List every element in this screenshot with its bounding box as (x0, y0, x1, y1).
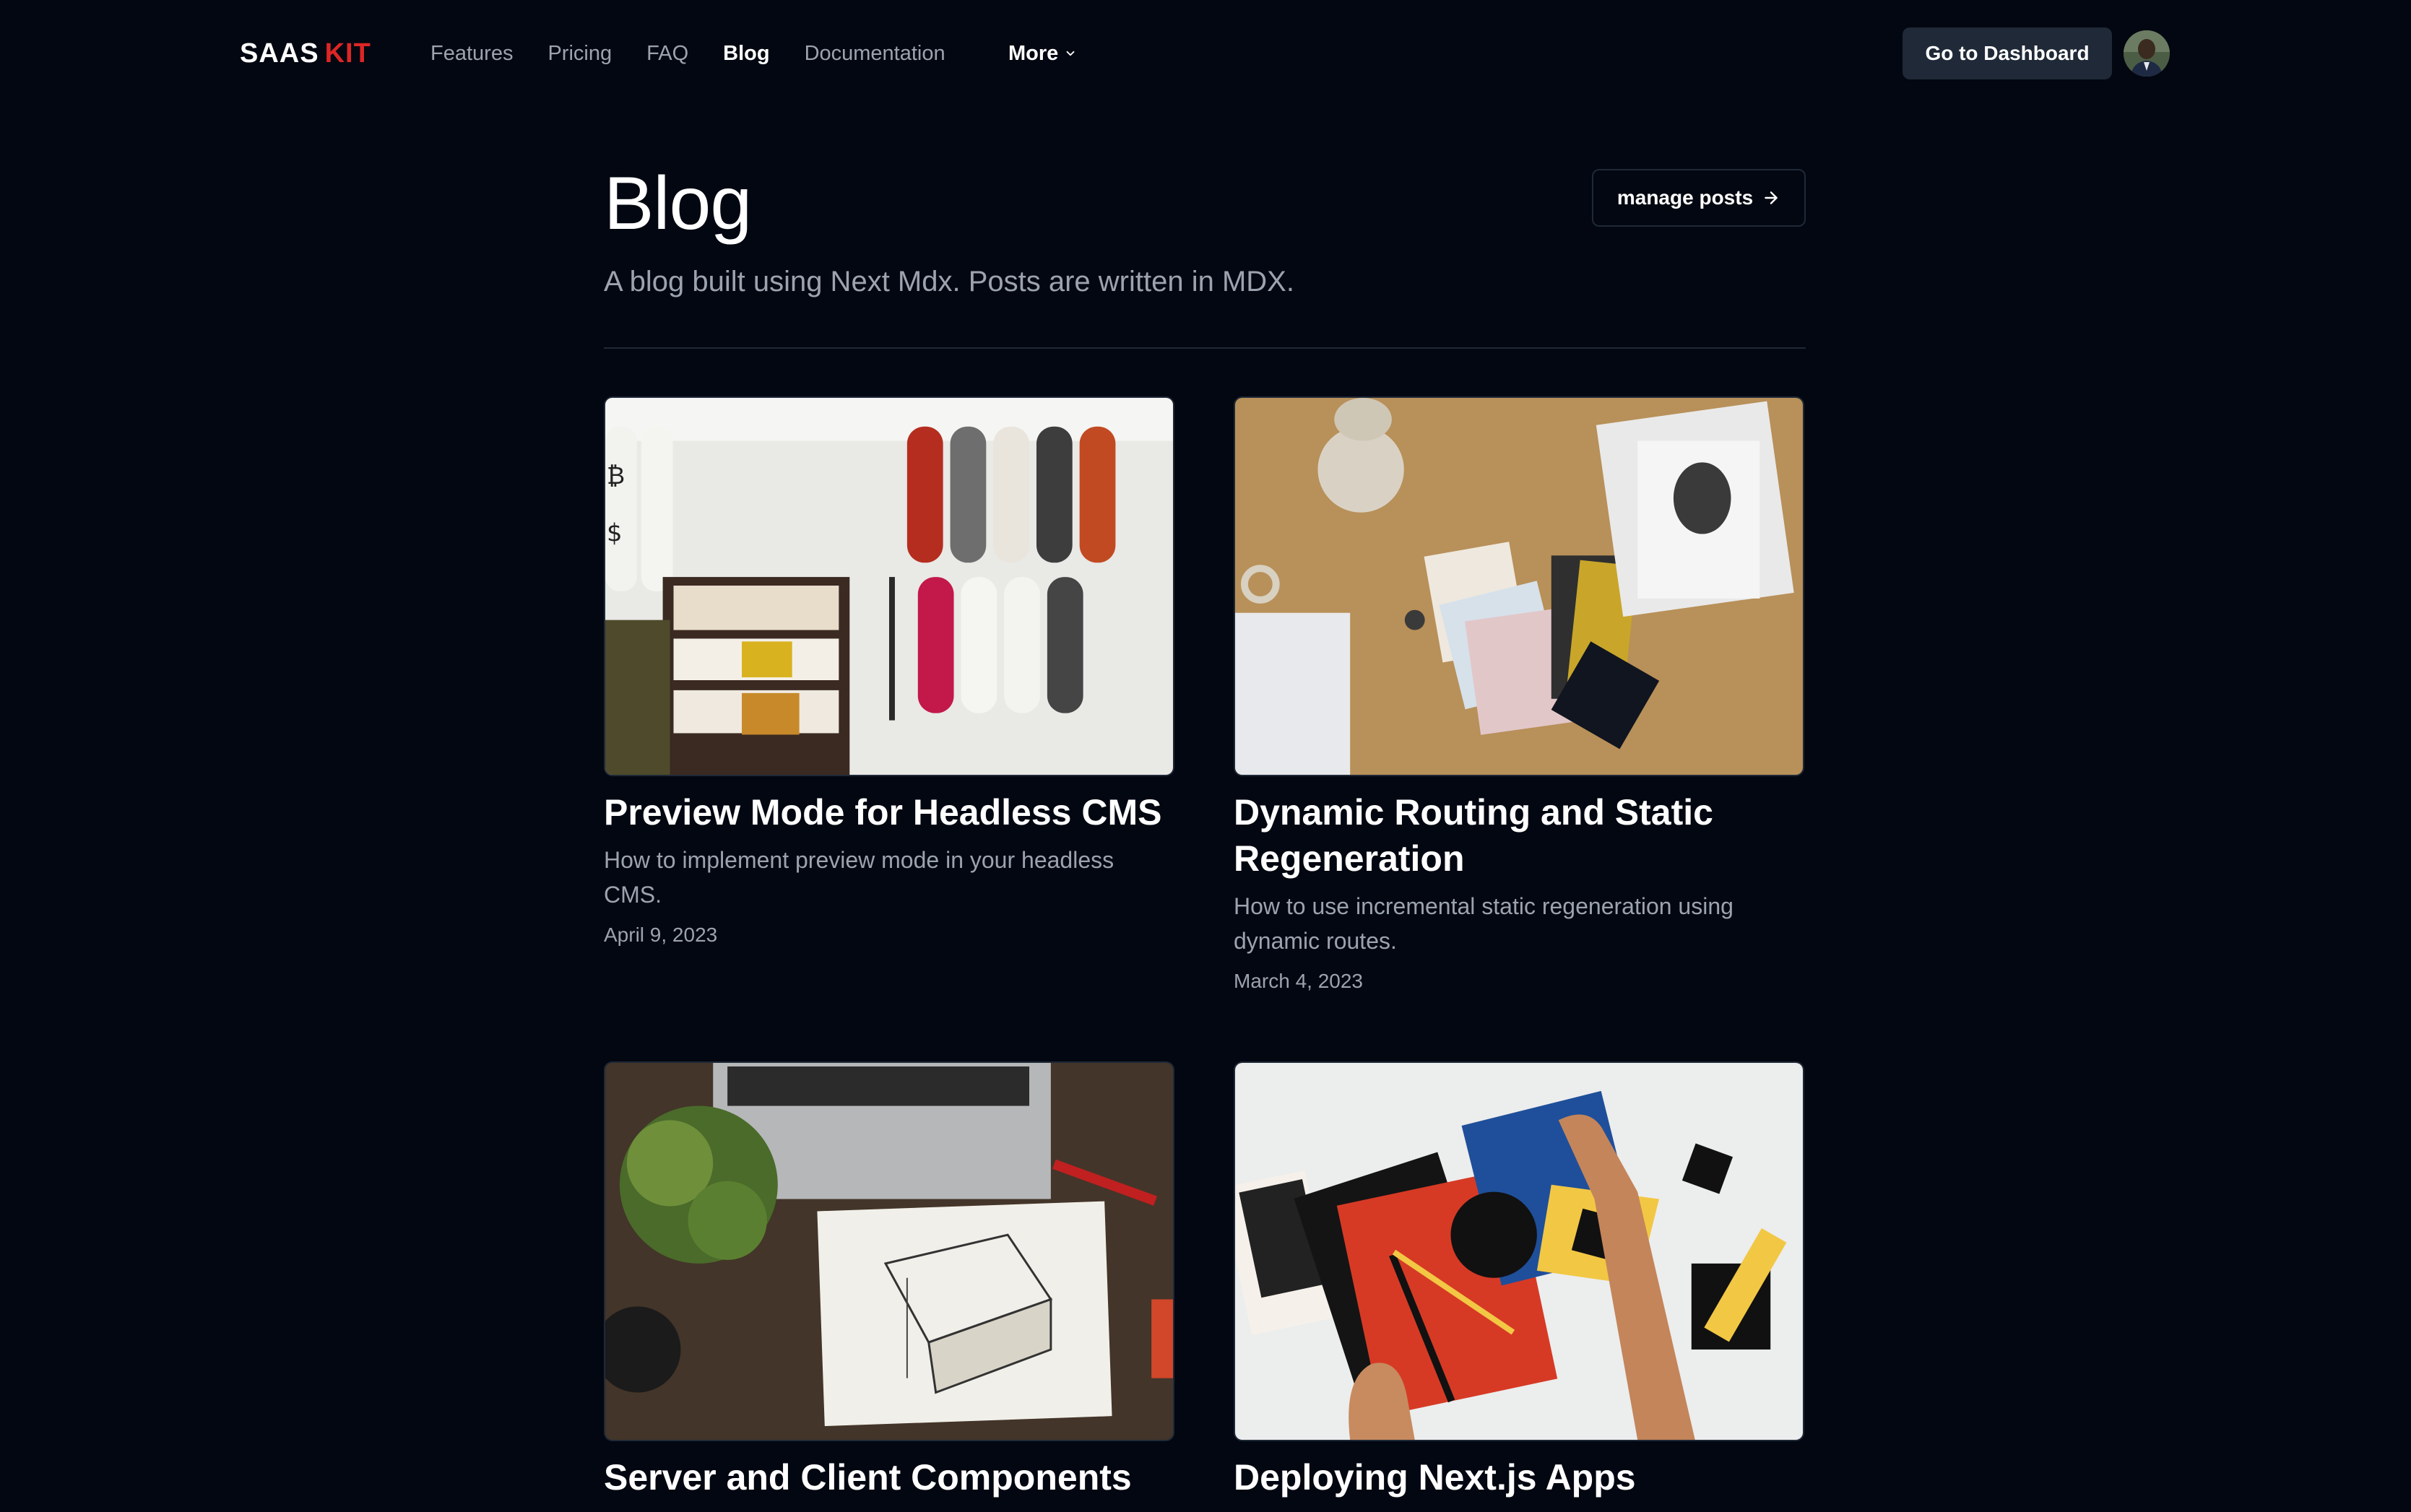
nav-item-features[interactable]: Features (430, 38, 513, 69)
post-image-desk-sketch[interactable] (604, 1061, 1174, 1441)
post-image-geometric-collage[interactable] (1234, 1061, 1804, 1441)
svg-text:₿: ₿ (607, 461, 625, 490)
post-title[interactable]: Deploying Next.js Apps (1234, 1454, 1804, 1500)
chevron-down-icon (1066, 51, 1075, 56)
post-image-skateboards[interactable]: ₿ $ (604, 396, 1174, 776)
post-date: March 4, 2023 (1234, 970, 1363, 992)
post-card[interactable]: Dynamic Routing and Static Regeneration … (1234, 396, 1804, 996)
post-title[interactable]: Server and Client Components (604, 1454, 1174, 1500)
page-title: Blog (604, 162, 752, 246)
nav-more-dropdown[interactable]: More (1008, 38, 1077, 69)
post-date: April 9, 2023 (604, 924, 718, 946)
post-title[interactable]: Preview Mode for Headless CMS (604, 789, 1174, 835)
nav-item-documentation[interactable]: Documentation (805, 38, 945, 69)
manage-posts-button[interactable]: manage posts (1592, 169, 1806, 227)
header-divider (604, 347, 1806, 349)
manage-posts-label: manage posts (1616, 186, 1754, 209)
nav-more-label: More (1008, 42, 1059, 65)
post-title[interactable]: Dynamic Routing and Static Regeneration (1234, 789, 1804, 882)
brand-logo[interactable]: SAAS KIT (240, 36, 371, 71)
post-description: How to implement preview mode in your he… (604, 847, 1114, 908)
svg-text:$: $ (607, 519, 623, 547)
user-avatar[interactable] (2124, 30, 2170, 77)
nav-item-pricing[interactable]: Pricing (547, 38, 612, 69)
post-card[interactable]: Server and Client Components (604, 1061, 1174, 1500)
main-nav: Features Pricing FAQ Blog Documentation (430, 38, 980, 69)
post-card[interactable]: Deploying Next.js Apps (1234, 1061, 1804, 1500)
site-header: SAAS KIT Features Pricing FAQ Blog Docume… (0, 0, 2411, 107)
nav-item-blog[interactable]: Blog (723, 38, 769, 69)
post-card[interactable]: ₿ $ Preview Mode for Headless CMS How to… (604, 396, 1174, 950)
go-to-dashboard-button[interactable]: Go to Dashboard (1903, 27, 2112, 79)
arrow-right-icon (1765, 191, 1778, 204)
nav-item-faq[interactable]: FAQ (646, 38, 688, 69)
post-image-fabric-swatches[interactable] (1234, 396, 1804, 776)
page-subtitle: A blog built using Next Mdx. Posts are w… (604, 266, 1294, 297)
post-description: How to use incremental static regenerati… (1234, 893, 1733, 954)
